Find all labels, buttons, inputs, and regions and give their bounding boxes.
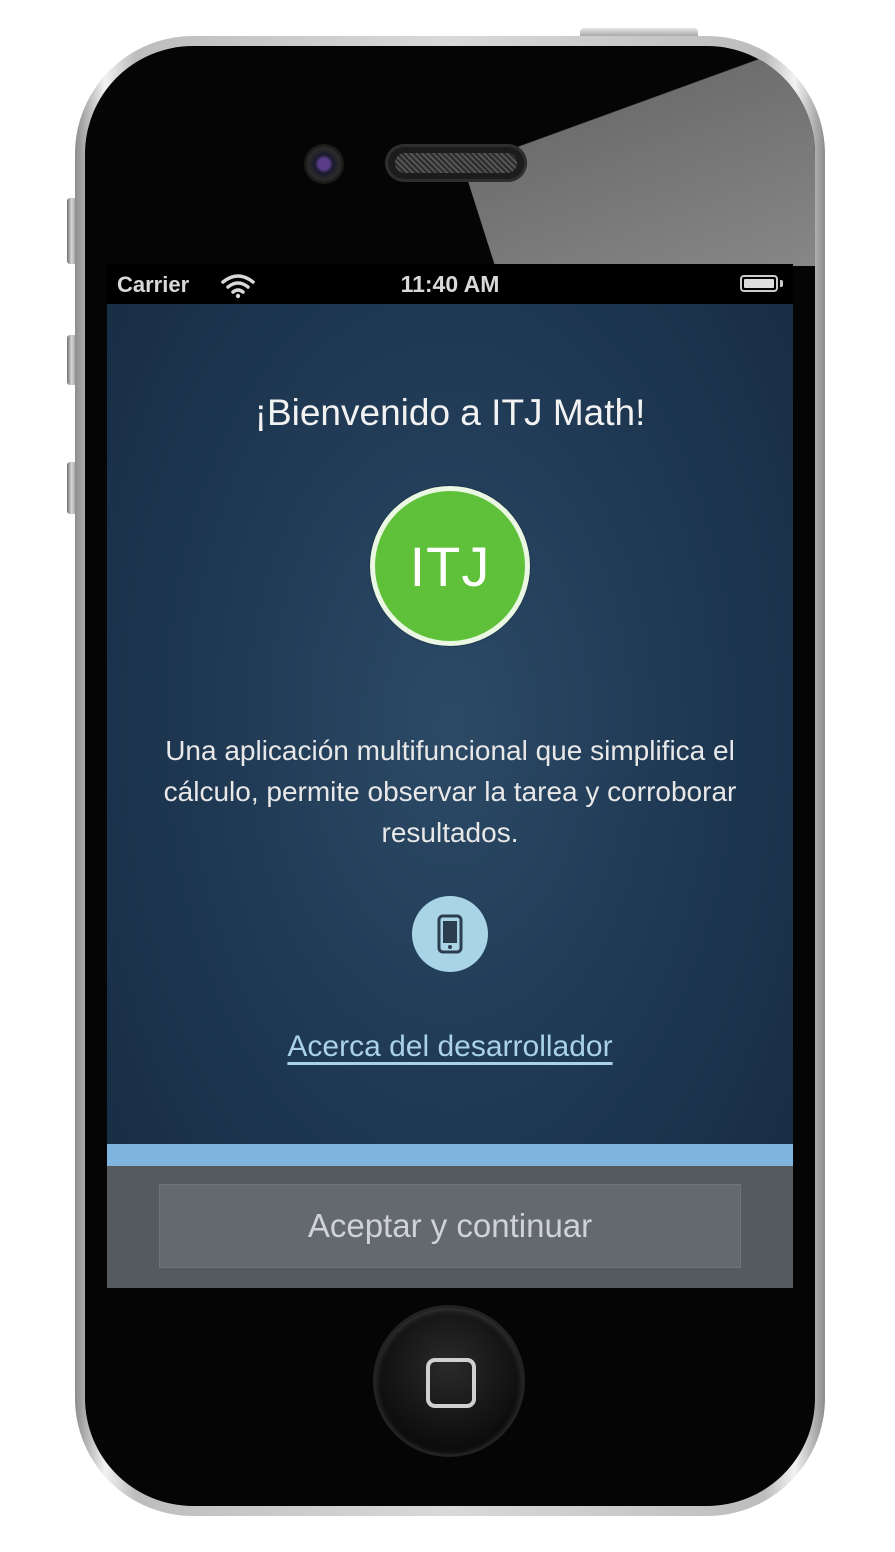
accept-continue-button[interactable]: Aceptar y continuar xyxy=(159,1184,741,1268)
front-camera-icon xyxy=(306,146,342,182)
battery-tip xyxy=(780,280,783,287)
clock-time: 11:40 AM xyxy=(400,271,500,297)
about-developer-link[interactable]: Acerca del desarrollador xyxy=(107,1030,793,1064)
smartphone-icon[interactable] xyxy=(412,896,488,972)
welcome-title: ¡Bienvenido a ITJ Math! xyxy=(254,392,646,433)
app-description: Una aplicación multifuncional que simpli… xyxy=(163,735,737,848)
status-bar: Carrier 11:40 AM xyxy=(107,264,793,304)
itj-logo: ITJ xyxy=(370,486,530,646)
bottom-panel: Aceptar y continuar xyxy=(107,1166,793,1288)
battery-level xyxy=(744,279,774,288)
logo-text: ITJ xyxy=(409,534,491,598)
app-screen: Carrier 11:40 AM ¡Bienvenido a ITJ Math!… xyxy=(107,264,793,1288)
accent-bar xyxy=(107,1144,793,1166)
smartphone-glyph-icon xyxy=(437,914,463,954)
stage: Carrier 11:40 AM ¡Bienvenido a ITJ Math!… xyxy=(0,0,895,1552)
home-square-icon xyxy=(426,1358,476,1408)
battery-icon xyxy=(740,275,778,292)
home-button[interactable] xyxy=(376,1308,522,1454)
earpiece-speaker xyxy=(385,144,527,182)
